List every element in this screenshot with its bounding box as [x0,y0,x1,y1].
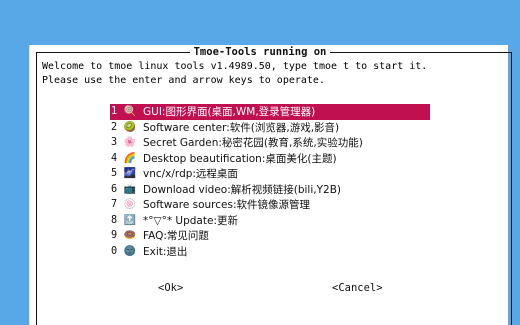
doughnut-icon: 🍩 [123,230,137,242]
ok-button[interactable]: <Ok> [158,282,183,294]
intro-text: Welcome to tmoe linux tools v1.4989.50, … [42,60,427,88]
menu-item-update[interactable]: 8 🔝 *°▽°* Update:更新 [110,213,430,229]
menu-item-number: 6 [111,183,118,195]
main-menu: 1 🍭 GUI:图形界面(桌面,WM,登录管理器) 2 🥝 Software c… [110,104,430,259]
cancel-button[interactable]: <Cancel> [332,282,383,294]
menu-item-label: FAQ:常见问题 [143,230,209,243]
kiwi-icon: 🥝 [123,121,137,133]
menu-item-remote-desktop[interactable]: 5 🌌 vnc/x/rdp:远程桌面 [110,166,430,182]
menu-item-gui[interactable]: 1 🍭 GUI:图形界面(桌面,WM,登录管理器) [110,104,430,120]
menu-item-software-sources[interactable]: 7 🍥 Software sources:软件镜像源管理 [110,197,430,213]
menu-item-number: 8 [111,214,118,226]
intro-line-1: Welcome to tmoe linux tools v1.4989.50, … [42,61,428,72]
menu-item-number: 0 [111,245,118,257]
menu-item-label: vnc/x/rdp:远程桌面 [143,168,238,181]
menu-item-software-center[interactable]: 2 🥝 Software center:软件(浏览器,游戏,影音) [110,120,430,136]
intro-line-2: Please use the enter and arrow keys to o… [42,75,325,86]
fish-cake-icon: 🍥 [123,199,137,211]
menu-item-label: Desktop beautification:桌面美化(主题) [143,152,337,165]
menu-item-label: Exit:退出 [143,245,188,258]
menu-item-label: *°▽°* Update:更新 [143,214,238,227]
menu-item-faq[interactable]: 9 🍩 FAQ:常见问题 [110,228,430,244]
menu-item-download-video[interactable]: 6 📺 Download video:解析视频链接(bili,Y2B) [110,182,430,198]
top-arrow-icon: 🔝 [123,214,137,226]
lollipop-icon: 🍭 [123,106,137,118]
menu-item-number: 5 [111,168,118,180]
milky-way-icon: 🌌 [123,168,137,180]
menu-item-number: 2 [111,121,118,133]
menu-item-number: 4 [111,152,118,164]
cherry-blossom-icon: 🌸 [123,137,137,149]
menu-item-number: 3 [111,137,118,149]
television-icon: 📺 [123,183,137,195]
menu-item-desktop-beautification[interactable]: 4 🌈 Desktop beautification:桌面美化(主题) [110,151,430,167]
menu-item-label: Download video:解析视频链接(bili,Y2B) [143,183,341,196]
dialog-title-bar: Tmoe-Tools running on [0,45,520,59]
dialog-buttons: <Ok> <Cancel> [0,282,520,296]
menu-item-label: Software sources:软件镜像源管理 [143,199,310,212]
menu-item-label: Software center:软件(浏览器,游戏,影音) [143,121,340,134]
menu-item-number: 1 [111,106,118,118]
dialog-title: Tmoe-Tools running on [189,46,331,58]
menu-item-number: 9 [111,230,118,242]
menu-item-secret-garden[interactable]: 3 🌸 Secret Garden:秘密花园(教育,系统,实验功能) [110,135,430,151]
menu-item-number: 7 [111,199,118,211]
menu-item-label: GUI:图形界面(桌面,WM,登录管理器) [143,106,316,119]
menu-item-label: Secret Garden:秘密花园(教育,系统,实验功能) [143,137,363,150]
rainbow-icon: 🌈 [123,152,137,164]
new-moon-face-icon: 🌚 [123,245,137,257]
menu-item-exit[interactable]: 0 🌚 Exit:退出 [110,244,430,260]
